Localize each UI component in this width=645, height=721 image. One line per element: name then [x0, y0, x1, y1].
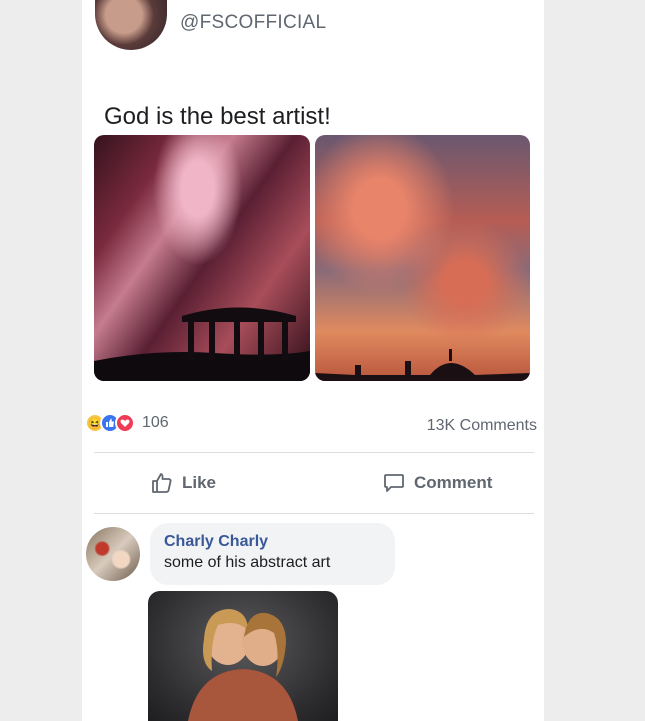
comment-photo[interactable]: [148, 591, 338, 721]
poster-handle[interactable]: @FSCOFFICIAL: [180, 12, 326, 34]
comment-button[interactable]: Comment: [382, 471, 492, 495]
divider: [94, 452, 534, 453]
post-photo-left[interactable]: [94, 135, 310, 381]
commenter-avatar[interactable]: [86, 527, 140, 581]
thumbs-up-icon: [152, 473, 172, 493]
like-label: Like: [182, 473, 217, 492]
divider: [94, 513, 534, 514]
comments-count-link[interactable]: 13K Comments: [427, 417, 537, 435]
comment-text: some of his abstract art: [164, 554, 331, 571]
comment-icon: [384, 474, 404, 492]
reaction-count: 106: [142, 414, 169, 431]
comment-label: Comment: [414, 473, 493, 492]
gazebo-silhouette: [94, 307, 310, 381]
portrait-illustration: [188, 609, 298, 721]
rooftop-silhouette: [315, 349, 530, 381]
love-reaction-icon: [115, 413, 135, 433]
like-button[interactable]: Like: [150, 471, 216, 495]
post-photo-right[interactable]: [315, 135, 530, 381]
commenter-name[interactable]: Charly Charly: [164, 533, 268, 551]
reaction-summary[interactable]: 😆 106: [85, 413, 169, 433]
post-text: God is the best artist!: [104, 103, 331, 130]
